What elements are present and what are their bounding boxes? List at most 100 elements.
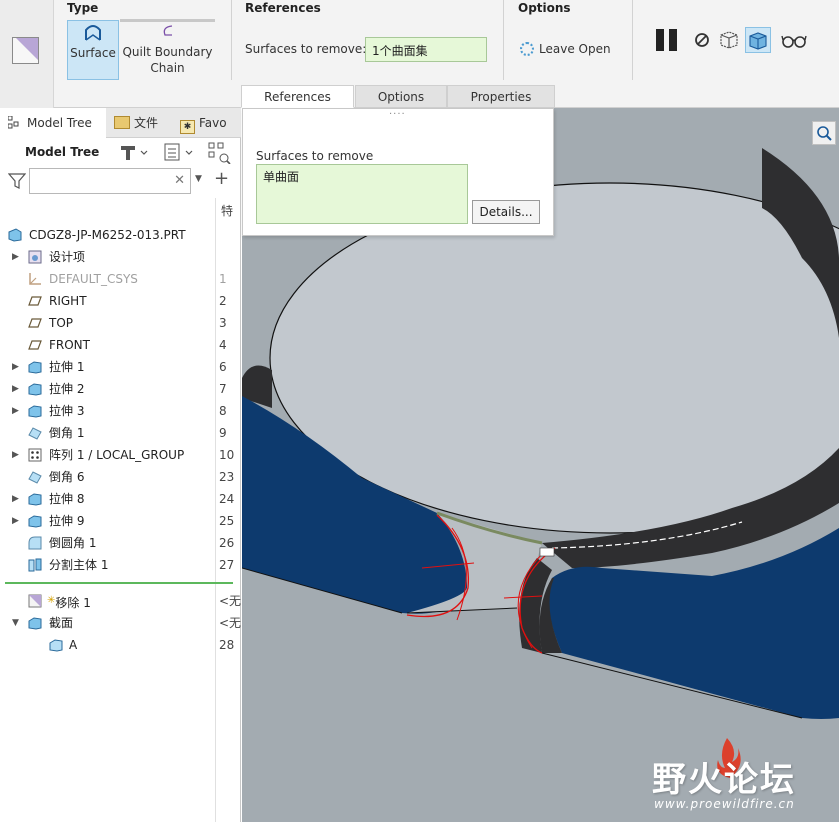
expand-arrow-icon[interactable]: ▶ [12, 246, 19, 268]
tree-item-remove-1[interactable]: ✳移除 1 <无 [0, 590, 241, 612]
panel-drag-handle[interactable]: ···· [389, 109, 406, 120]
tree-item-label: CDGZ8-JP-M6252-013.PRT [29, 228, 186, 242]
chain-label: Chain [150, 61, 185, 75]
extrude-icon [28, 515, 42, 528]
expand-arrow-icon[interactable]: ▶ [12, 400, 19, 422]
tree-filter-icon[interactable] [208, 142, 232, 165]
clear-search-icon[interactable]: ✕ [174, 173, 185, 188]
round-icon [28, 536, 42, 550]
feature-number: 24 [219, 492, 235, 506]
coordinate-system-icon [29, 273, 41, 285]
options-group-title: Options [518, 1, 571, 15]
insert-here-indicator[interactable] [5, 582, 233, 584]
show-list-icon[interactable] [163, 142, 197, 162]
model-tree-title: Model Tree [25, 145, 100, 159]
tree-item-extrude-2[interactable]: ▶ 拉伸 2 7 [0, 378, 241, 400]
search-dropdown-icon[interactable]: ▼ [195, 174, 202, 184]
pause-button[interactable] [654, 27, 680, 53]
expand-arrow-icon[interactable]: ▶ [12, 444, 19, 466]
extrude-icon [28, 383, 42, 396]
surfaces-to-remove-list[interactable]: 单曲面 [256, 164, 468, 224]
tree-item-label: FRONT [49, 338, 90, 352]
remove-feature-icon[interactable] [12, 37, 39, 64]
tab-files[interactable]: 文件 [107, 108, 172, 138]
leave-open-option[interactable]: Leave Open [520, 42, 611, 56]
quilt-boundary-chain-button[interactable]: Quilt Boundary Chain [120, 20, 215, 80]
tab-favorites-label: Favo [199, 116, 227, 130]
feature-number: <无 [219, 616, 242, 630]
tree-item-label: 拉伸 8 [49, 492, 85, 506]
section-icon [28, 617, 42, 630]
verify-preview-button[interactable] [745, 27, 771, 53]
part-icon [8, 228, 22, 242]
tree-item-round-1[interactable]: 倒圆角 1 26 [0, 532, 241, 554]
tab-options[interactable]: Options [355, 85, 447, 108]
tree-root-part[interactable]: CDGZ8-JP-M6252-013.PRT [0, 224, 241, 246]
feature-preview-button[interactable] [780, 27, 807, 53]
filter-icon[interactable] [7, 172, 27, 190]
split-body-icon [28, 558, 42, 572]
no-preview-button[interactable] [690, 27, 716, 53]
tree-item-extrude-8[interactable]: ▶ 拉伸 8 24 [0, 488, 241, 510]
quilt-boundary-label: Quilt Boundary [122, 45, 213, 59]
separator [632, 0, 633, 80]
glasses-icon [781, 35, 807, 48]
tree-item-label: RIGHT [49, 294, 87, 308]
tree-item-default-csys[interactable]: DEFAULT_CSYS 1 [0, 268, 241, 290]
tab-favorites[interactable]: ✱ Favo [173, 108, 241, 138]
feature-number-column-header[interactable]: 特 [215, 198, 241, 224]
forum-watermark-url: www.proewildfire.cn [654, 797, 795, 811]
surface-list-item[interactable]: 单曲面 [263, 170, 299, 184]
tree-item-label: A [69, 638, 78, 652]
pause-icon [656, 29, 677, 51]
feature-number: 8 [219, 404, 227, 418]
tree-item-chamfer-6[interactable]: 倒角 6 23 [0, 466, 241, 488]
feature-number: 27 [219, 558, 235, 572]
expand-arrow-icon[interactable]: ▶ [12, 356, 19, 378]
tree-item-right[interactable]: RIGHT 2 [0, 290, 241, 312]
tab-model-tree[interactable]: Model Tree [0, 108, 106, 138]
section-icon [49, 639, 63, 652]
tree-item-label: 阵列 1 / LOCAL_GROUP [49, 448, 185, 462]
separator [503, 0, 504, 80]
tree-item-design-items[interactable]: ▶ 设计项 [0, 246, 241, 268]
feature-number: 1 [219, 272, 227, 286]
collapse-arrow-icon[interactable]: ▼ [12, 612, 19, 634]
model-tree-panel: Model Tree 文件 ✱ Favo Model Tree ✕ ▼ + 特 C… [0, 108, 241, 822]
add-column-icon[interactable]: + [214, 168, 229, 189]
zoom-button[interactable] [812, 121, 836, 145]
tree-item-extrude-9[interactable]: ▶ 拉伸 9 25 [0, 510, 241, 532]
tree-item-split-body-1[interactable]: 分割主体 1 27 [0, 554, 241, 576]
expand-arrow-icon[interactable]: ▶ [12, 510, 19, 532]
tab-properties[interactable]: Properties [447, 85, 555, 108]
tree-item-front[interactable]: FRONT 4 [0, 334, 241, 356]
settings-icon[interactable] [119, 142, 149, 162]
verify-preview-icon [749, 32, 767, 50]
chamfer-icon [28, 427, 42, 440]
expand-arrow-icon[interactable]: ▶ [12, 378, 19, 400]
details-button[interactable]: Details... [472, 200, 540, 224]
tree-item-extrude-1[interactable]: ▶ 拉伸 1 6 [0, 356, 241, 378]
datum-plane-icon [28, 340, 42, 350]
feature-number: 2 [219, 294, 227, 308]
tree-search-input[interactable]: ✕ [29, 168, 191, 194]
surfaces-to-remove-collector[interactable]: 1个曲面集 [365, 37, 487, 62]
expand-arrow-icon[interactable]: ▶ [12, 488, 19, 510]
separate-preview-button[interactable] [716, 27, 742, 53]
surface-type-button[interactable]: Surface [67, 20, 119, 80]
tree-item-top[interactable]: TOP 3 [0, 312, 241, 334]
tree-item-label: 倒角 1 [49, 426, 85, 440]
tree-item-extrude-3[interactable]: ▶ 拉伸 3 8 [0, 400, 241, 422]
tree-item-label: 拉伸 9 [49, 514, 85, 528]
tree-item-chamfer-1[interactable]: 倒角 1 9 [0, 422, 241, 444]
tree-item-section-a[interactable]: A 28 [0, 634, 241, 656]
tree-item-sections[interactable]: ▼ 截面 <无 [0, 612, 241, 634]
tab-model-tree-label: Model Tree [27, 116, 92, 130]
tab-references[interactable]: References [241, 85, 354, 108]
folder-icon [114, 116, 130, 129]
tree-item-pattern-1[interactable]: ▶ 阵列 1 / LOCAL_GROUP 10 [0, 444, 241, 466]
chain-icon [163, 25, 172, 36]
remove-feature-icon [28, 594, 42, 608]
feature-number: 23 [219, 470, 235, 484]
feature-number: 3 [219, 316, 227, 330]
